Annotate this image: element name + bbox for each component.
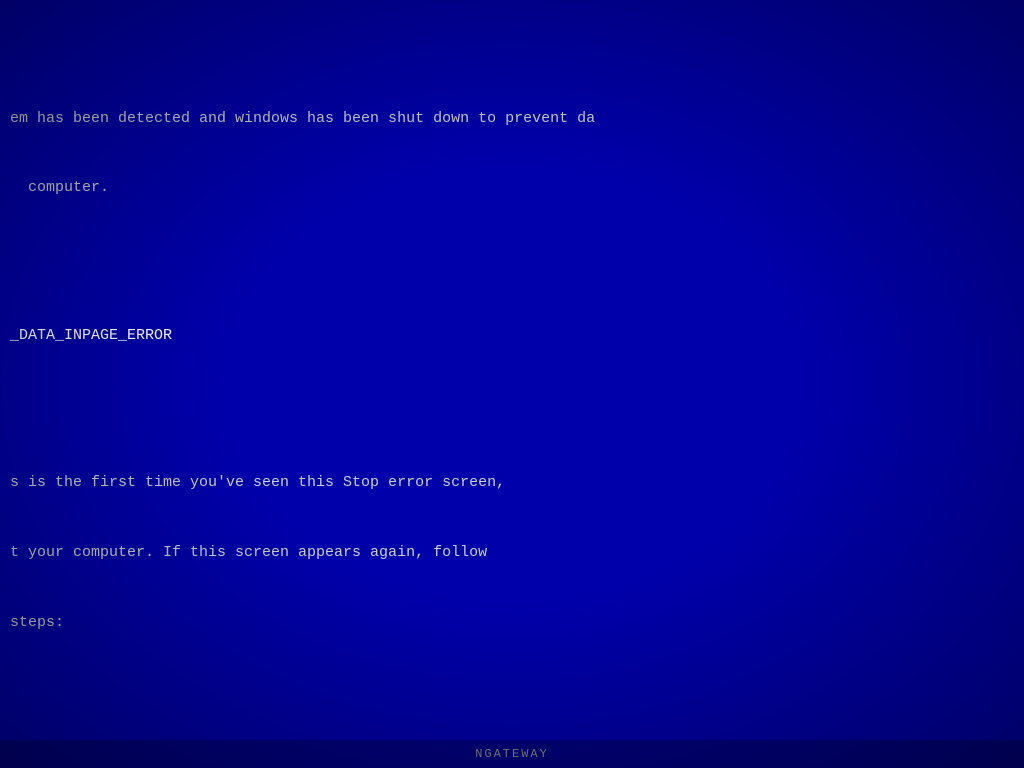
bsod-content: em has been detected and windows has bee… [0,60,1024,768]
bsod-line-1: em has been detected and windows has bee… [10,107,1014,130]
bottom-bar-text: NGATEWAY [475,747,549,761]
bsod-line-8: steps: [10,611,1014,634]
bsod-line-2: computer. [10,176,1014,199]
bsod-line-6: s is the first time you've seen this Sto… [10,471,1014,494]
bsod-screen: em has been detected and windows has bee… [0,0,1024,768]
bsod-line-7: t your computer. If this screen appears … [10,541,1014,564]
bottom-bar: NGATEWAY [0,740,1024,768]
bsod-line-5 [10,402,1014,425]
bsod-error-code: _DATA_INPAGE_ERROR [10,324,1014,347]
bsod-line-3 [10,246,1014,269]
bsod-line-9 [10,681,1014,704]
